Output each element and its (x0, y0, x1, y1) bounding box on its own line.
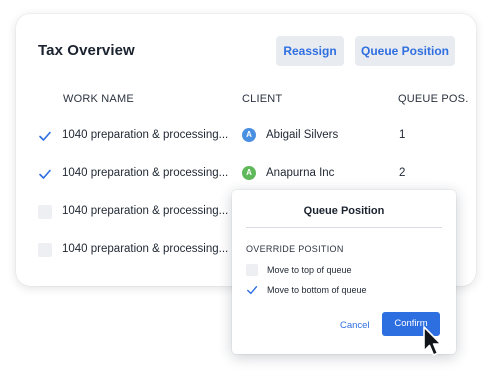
column-header-work-name[interactable]: WORK NAME (63, 93, 134, 105)
client-name: Anapurna Inc (266, 167, 335, 179)
divider (246, 227, 442, 228)
column-header-queue-position[interactable]: QUEUE POS. (398, 93, 468, 105)
avatar: A (242, 166, 256, 180)
table-row[interactable]: 1040 preparation & processing... A Abiga… (16, 118, 476, 156)
override-position-label: OVERRIDE POSITION (246, 244, 344, 254)
queue-position: 1 (399, 129, 406, 141)
row-checkbox[interactable] (38, 167, 52, 181)
checkmark-icon (247, 286, 258, 295)
move-to-bottom-option[interactable]: Move to bottom of queue (246, 284, 442, 298)
work-name: 1040 preparation & processing... (62, 205, 229, 217)
client-name: Abigail Silvers (266, 129, 339, 141)
queue-position-button[interactable]: Queue Position (355, 36, 455, 66)
table-row[interactable]: 1040 preparation & processing... A Anapu… (16, 156, 476, 194)
popup-title: Queue Position (303, 205, 385, 217)
row-checkbox[interactable] (38, 243, 52, 257)
work-name: 1040 preparation & processing... (62, 167, 229, 179)
move-to-top-option[interactable]: Move to top of queue (246, 264, 442, 278)
reassign-button[interactable]: Reassign (276, 36, 344, 66)
option-label: Move to top of queue (267, 265, 352, 275)
row-checkbox[interactable] (38, 205, 52, 219)
avatar: A (242, 128, 256, 142)
work-name: 1040 preparation & processing... (62, 243, 229, 255)
column-header-client[interactable]: CLIENT (242, 93, 282, 105)
move-to-bottom-checkbox[interactable] (246, 284, 258, 296)
page-title: Tax Overview (38, 42, 135, 59)
checkmark-icon (39, 131, 51, 141)
row-checkbox[interactable] (38, 129, 52, 143)
option-label: Move to bottom of queue (267, 285, 367, 295)
checkmark-icon (39, 169, 51, 179)
queue-position: 2 (399, 167, 406, 179)
mouse-pointer-icon (423, 326, 442, 356)
move-to-top-checkbox[interactable] (246, 264, 258, 276)
cancel-button[interactable]: Cancel (340, 320, 370, 331)
work-name: 1040 preparation & processing... (62, 129, 229, 141)
